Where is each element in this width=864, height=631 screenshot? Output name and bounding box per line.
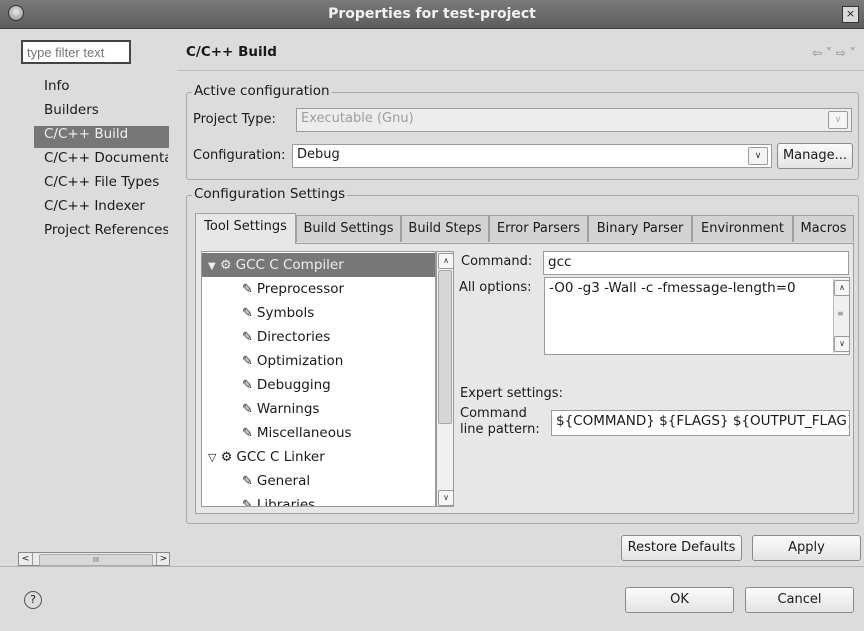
tool-tree[interactable]: ▼ ⚙ GCC C Compiler ✎ Preprocessor ✎ Symbols… (201, 251, 436, 507)
nav-item-cpp-documentation[interactable]: C/C++ Documentation (44, 150, 168, 166)
scroll-right-arrow[interactable]: > (156, 553, 170, 565)
chevron-down-icon[interactable]: ∨ (748, 147, 768, 165)
settings-page-icon: ✎ (242, 330, 253, 345)
tree-item-libraries[interactable]: ✎ Libraries (202, 493, 435, 507)
nav-item-cpp-build[interactable]: C/C++ Build (44, 126, 128, 142)
restore-defaults-button[interactable]: Restore Defaults (621, 535, 742, 561)
settings-page-icon: ✎ (242, 282, 253, 297)
header-separator (177, 70, 864, 71)
close-button[interactable]: × (842, 6, 859, 23)
gear-icon: ⚙ (220, 450, 233, 465)
history-nav: ⇦ ˅ ⇨ ˅ (812, 46, 856, 60)
settings-page-icon: ✎ (242, 354, 253, 369)
scroll-thumb[interactable] (438, 270, 452, 424)
gear-icon: ⚙ (220, 258, 232, 273)
configuration-label: Configuration: (193, 148, 286, 163)
tab-macros[interactable]: Macros (793, 215, 854, 242)
scroll-left-arrow[interactable]: < (19, 553, 33, 565)
tree-item-general[interactable]: ✎ General (202, 469, 435, 493)
expand-arrow-icon[interactable]: ▽ (208, 451, 216, 464)
tree-item-miscellaneous[interactable]: ✎ Miscellaneous (202, 421, 435, 445)
options-vertical-scrollbar[interactable]: ∧ ≡ ∨ (833, 279, 850, 353)
nav-tree: Info Builders C/C++ Build C/C++ Document… (34, 78, 168, 378)
tab-environment[interactable]: Environment (692, 215, 793, 242)
scroll-up-arrow[interactable]: ∧ (438, 253, 454, 269)
tree-item-gcc-c-compiler[interactable]: ▼ ⚙ GCC C Compiler (202, 253, 435, 277)
tree-item-debugging[interactable]: ✎ Debugging (202, 373, 435, 397)
pattern-label-line1: Command (460, 406, 527, 421)
tab-build-settings[interactable]: Build Settings (296, 215, 401, 242)
dialog-separator (0, 566, 864, 567)
settings-page-icon: ✎ (242, 402, 253, 417)
active-configuration-legend: Active configuration (192, 83, 332, 99)
page-title: C/C++ Build (186, 44, 277, 60)
forward-arrow-icon[interactable]: ⇨ ˅ (836, 46, 856, 60)
nav-item-project-references[interactable]: Project References (44, 222, 168, 238)
configuration-settings-legend: Configuration Settings (192, 186, 348, 202)
tree-item-optimization[interactable]: ✎ Optimization (202, 349, 435, 373)
nav-item-info[interactable]: Info (44, 78, 70, 94)
expert-settings-label: Expert settings: (460, 386, 563, 401)
settings-page-icon: ✎ (242, 378, 253, 393)
scroll-grip: ≡ (837, 309, 844, 318)
nav-item-builders[interactable]: Builders (44, 102, 99, 118)
apply-button[interactable]: Apply (752, 535, 861, 561)
command-input[interactable]: gcc (543, 251, 849, 275)
expand-arrow-icon[interactable]: ▼ (208, 261, 216, 272)
tree-item-preprocessor[interactable]: ✎ Preprocessor (202, 277, 435, 301)
nav-item-cpp-indexer[interactable]: C/C++ Indexer (44, 198, 145, 214)
project-type-label: Project Type: (193, 112, 276, 127)
nav-horizontal-scrollbar[interactable]: < III > (18, 552, 170, 566)
settings-page-icon: ✎ (242, 306, 253, 321)
window-title: Properties for test-project (328, 6, 536, 22)
settings-page-icon: ✎ (242, 474, 253, 489)
scroll-up-arrow[interactable]: ∧ (834, 280, 850, 296)
pattern-label-line2: line pattern: (460, 422, 540, 437)
tree-item-warnings[interactable]: ✎ Warnings (202, 397, 435, 421)
project-type-select: Executable (Gnu) (296, 108, 852, 132)
settings-page-icon: ✎ (242, 426, 253, 441)
scroll-down-arrow[interactable]: ∨ (834, 336, 850, 352)
cancel-button[interactable]: Cancel (745, 587, 854, 613)
command-label: Command: (461, 254, 533, 269)
help-icon[interactable]: ? (24, 591, 42, 609)
ok-button[interactable]: OK (625, 587, 734, 613)
tab-tool-settings[interactable]: Tool Settings (195, 213, 296, 244)
scroll-thumb[interactable]: III (39, 554, 153, 566)
tree-vertical-scrollbar[interactable]: ∧ ∨ (436, 251, 454, 507)
tree-item-gcc-c-linker[interactable]: ▽ ⚙ GCC C Linker (202, 445, 435, 469)
back-arrow-icon[interactable]: ⇦ ˅ (812, 46, 832, 60)
tree-item-symbols[interactable]: ✎ Symbols (202, 301, 435, 325)
scroll-down-arrow[interactable]: ∨ (438, 490, 454, 506)
command-line-pattern-input[interactable]: ${COMMAND} ${FLAGS} ${OUTPUT_FLAG} (551, 410, 850, 436)
configuration-value: Debug (297, 147, 340, 162)
all-options-value: -O0 -g3 -Wall -c -fmessage-length=0 (549, 280, 796, 296)
tab-binary-parser[interactable]: Binary Parser (588, 215, 692, 242)
tree-item-directories[interactable]: ✎ Directories (202, 325, 435, 349)
command-line-pattern-label: Command line pattern: (460, 406, 540, 438)
all-options-label: All options: (459, 280, 532, 295)
filter-input[interactable] (21, 40, 131, 64)
chevron-down-icon: ∨ (828, 111, 848, 129)
tab-error-parsers[interactable]: Error Parsers (489, 215, 588, 242)
tab-build-steps[interactable]: Build Steps (401, 215, 489, 242)
configuration-select[interactable]: Debug (292, 144, 772, 168)
settings-page-icon: ✎ (242, 498, 253, 507)
project-type-value: Executable (Gnu) (301, 111, 414, 126)
manage-button[interactable]: Manage... (777, 143, 853, 169)
nav-item-cpp-file-types[interactable]: C/C++ File Types (44, 174, 159, 190)
all-options-textarea[interactable]: -O0 -g3 -Wall -c -fmessage-length=0 (544, 277, 850, 355)
